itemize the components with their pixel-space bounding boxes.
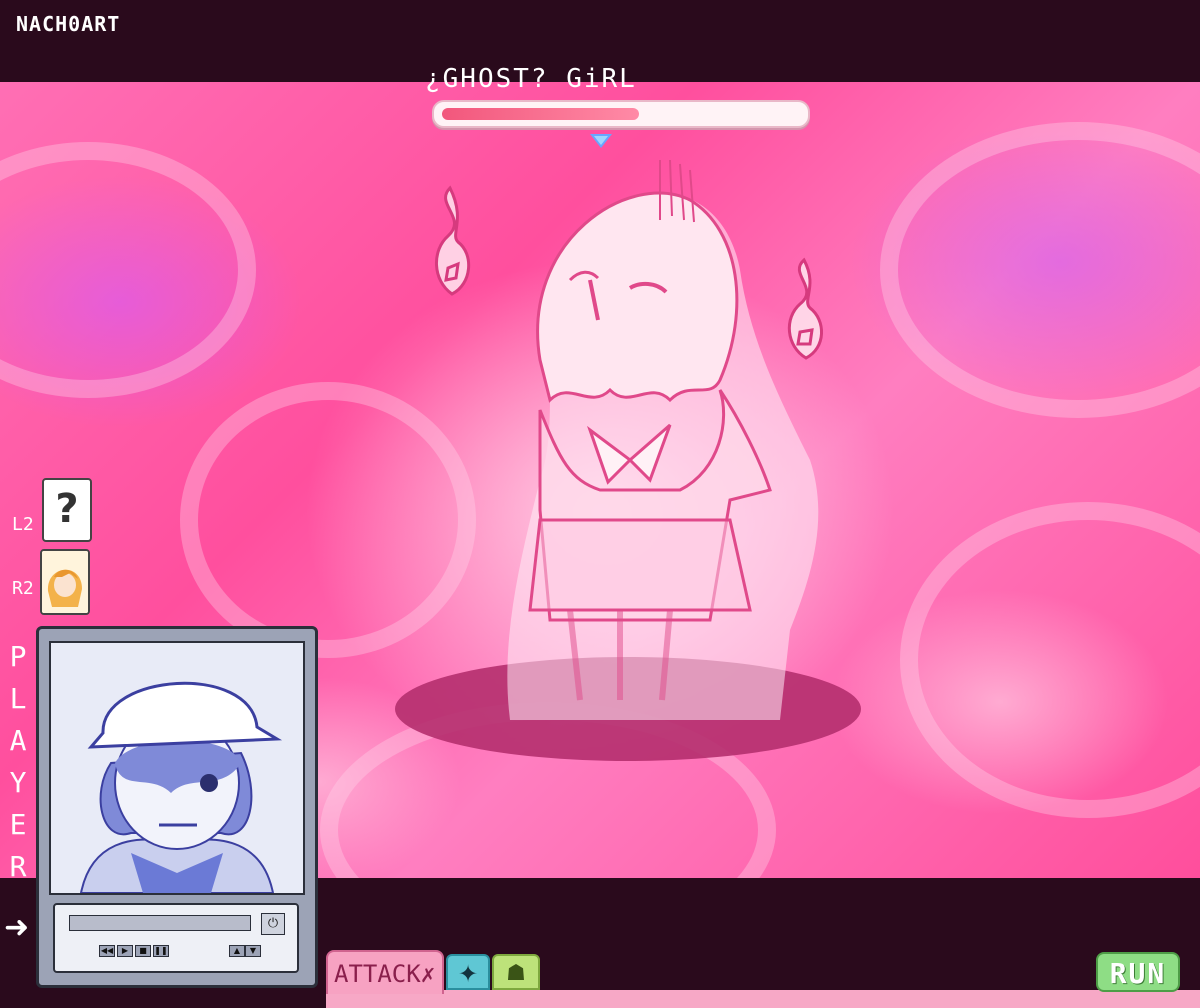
player-letter: E [9,808,27,841]
skills-tab[interactable]: ✦ [446,954,490,990]
player-letter: Y [9,766,27,799]
player-letter: R [9,850,27,883]
swirl-pattern [900,502,1200,818]
stop-button[interactable]: ■ [135,945,151,957]
l2-label: L2 [12,514,34,535]
enemy-health-bar [432,100,810,128]
vcr-deck: ⏻ ◀◀ ▶ ■ ❚❚ ▲ ▼ [53,903,299,973]
swirl-pattern [880,122,1200,418]
unknown-ally-button[interactable]: ? [42,478,92,542]
attack-tab[interactable]: ATTACK✗ [326,950,444,994]
player-portrait-image [51,643,303,893]
enemy-name: ¿GHOST? GiRL [425,64,637,94]
eject-up-button[interactable]: ▲ [229,945,245,957]
power-button[interactable]: ⏻ [261,913,285,935]
ally-portrait-icon [42,551,88,613]
ally-portrait-button[interactable] [40,549,90,615]
ghost-flame-icon [435,185,471,296]
tape-slot [69,915,251,931]
player-letter: L [9,682,27,715]
sword-icon: ✗ [420,960,436,988]
sparkle-icon: ✦ [457,960,479,988]
swirl-pattern [180,382,476,658]
swirl-pattern [0,142,256,398]
player-letter: A [9,724,27,757]
player-portrait [49,641,305,895]
pause-button[interactable]: ❚❚ [153,945,169,957]
target-pointer-icon [590,134,612,148]
eject-down-button[interactable]: ▼ [245,945,261,957]
backpack-icon: ☗ [506,961,526,986]
run-button[interactable]: RUN [1096,952,1180,992]
play-button[interactable]: ▶ [117,945,133,957]
r2-label: R2 [12,578,34,599]
ghost-girl-enemy[interactable] [480,159,840,720]
command-panel [326,990,1200,1008]
player-tv-monitor: ⏻ ◀◀ ▶ ■ ❚❚ ▲ ▼ [36,626,318,988]
arrow-right-icon: ➜ [4,910,30,945]
attack-label: ATTACK [334,960,421,988]
items-tab[interactable]: ☗ [492,954,540,990]
rewind-button[interactable]: ◀◀ [99,945,115,957]
player-letter: P [9,640,27,673]
artist-credit: NACH0ART [16,12,121,36]
enemy-health-fill [442,108,639,120]
